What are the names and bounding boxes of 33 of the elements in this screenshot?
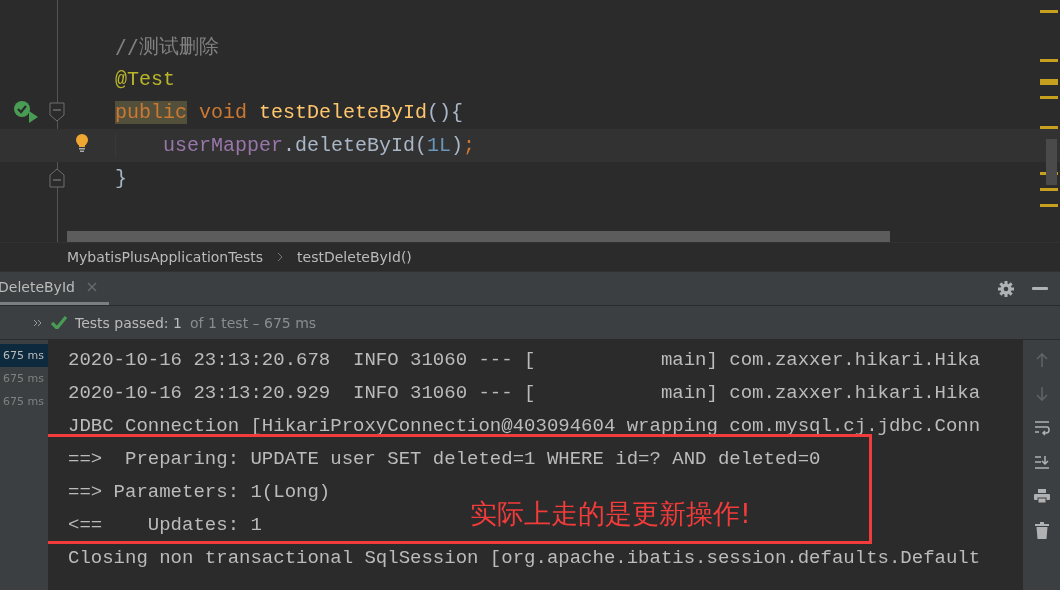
chevron-icon [277, 252, 284, 262]
test-summary: of 1 test – 675 ms [189, 314, 317, 331]
test-duration[interactable]: 675 ms [0, 344, 48, 367]
console-line: 2020-10-16 23:13:20.929 INFO 31060 --- [ main] com.zaxxer.hikari.Hika [68, 381, 981, 406]
console-line: Closing non transactional SqlSession [org.apache.ibatis.session.defaults.Default [68, 546, 981, 571]
breadcrumb-item[interactable]: testDeleteById() [297, 249, 412, 265]
code-line: userMapper.deleteById(1L); [115, 134, 476, 157]
scrollbar-thumb[interactable] [1046, 139, 1057, 185]
minimize-icon[interactable] [1032, 286, 1048, 291]
console-line: 2020-10-16 23:13:20.678 INFO 31060 --- [ main] com.zaxxer.hikari.Hika [68, 348, 981, 373]
fold-icon[interactable] [49, 102, 65, 122]
expand-icon[interactable] [33, 318, 43, 327]
code-line: @Test [115, 68, 175, 91]
fold-icon[interactable] [49, 168, 65, 188]
breadcrumb-item[interactable]: MybatisPlusApplicationTests [67, 249, 264, 265]
scroll-to-end-icon[interactable] [1033, 454, 1050, 470]
console-line: <== Updates: 1 [68, 513, 262, 538]
code-line: //测试删除 [115, 33, 220, 60]
console-line: ==> Preparing: UPDATE user SET deleted=1 WHERE id=? AND deleted=0 [68, 447, 821, 472]
soft-wrap-icon[interactable] [1033, 420, 1050, 436]
run-test-icon[interactable] [12, 99, 38, 123]
annotation-text: 实际上走的是更新操作! [470, 497, 751, 531]
console-line: ==> Parameters: 1(Long) [68, 480, 331, 505]
settings-icon[interactable] [998, 280, 1014, 297]
lightbulb-icon[interactable] [75, 134, 89, 152]
check-icon [51, 316, 67, 329]
horizontal-scrollbar[interactable] [67, 231, 890, 242]
print-icon[interactable] [1033, 488, 1050, 504]
tests-passed-label: Tests passed: 1 [75, 314, 182, 331]
console-line: JDBC Connection [HikariProxyConnection@403094604 wrapping com.mysql.cj.jdbc.Conn [68, 414, 981, 439]
code-line: } [115, 167, 127, 190]
code-line: public void testDeleteById(){ [115, 101, 464, 124]
trash-icon[interactable] [1034, 522, 1049, 539]
